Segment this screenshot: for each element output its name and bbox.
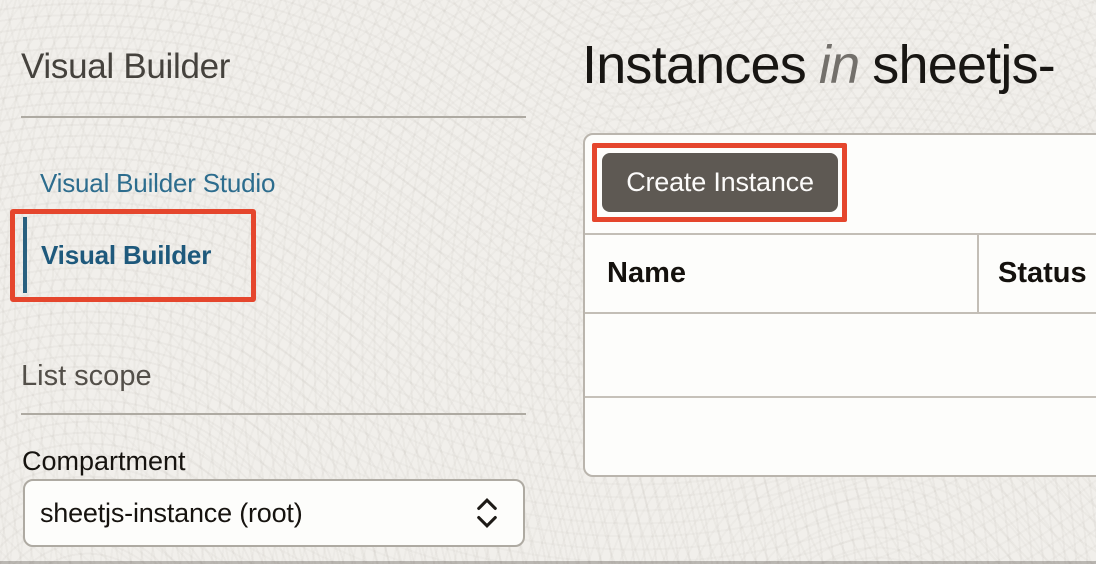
table-header-row: Name Status: [585, 233, 1096, 314]
table-row-empty-2: [585, 398, 1096, 475]
list-scope-divider: [21, 413, 526, 415]
page-title-scope: sheetjs-: [872, 35, 1055, 95]
compartment-select-value: sheetjs-instance (root): [40, 497, 303, 528]
page-title-prefix: Instances: [582, 35, 807, 95]
compartment-select[interactable]: sheetjs-instance (root): [23, 479, 525, 547]
instances-panel: Create Instance Name Status: [583, 133, 1096, 477]
sidebar-title: Visual Builder: [21, 47, 231, 86]
oci-console-screen: Visual Builder Visual Builder Studio Vis…: [0, 0, 1096, 564]
sidebar-item-visual-builder[interactable]: Visual Builder: [23, 217, 211, 293]
page-title: Instances in sheetjs-: [582, 35, 1056, 95]
list-scope-heading: List scope: [21, 360, 152, 392]
table-row-empty-1: [585, 314, 1096, 398]
instances-toolbar: Create Instance: [585, 135, 1096, 233]
sidebar-item-visual-builder-studio[interactable]: Visual Builder Studio: [40, 160, 275, 206]
column-header-status: Status: [998, 257, 1087, 289]
column-header-name: Name: [585, 235, 979, 312]
page-title-connector: in: [818, 35, 860, 95]
sidebar-divider-top: [21, 116, 526, 118]
compartment-label: Compartment: [22, 446, 186, 476]
create-instance-button[interactable]: Create Instance: [602, 153, 838, 212]
up-down-chevron-icon: [477, 497, 497, 529]
